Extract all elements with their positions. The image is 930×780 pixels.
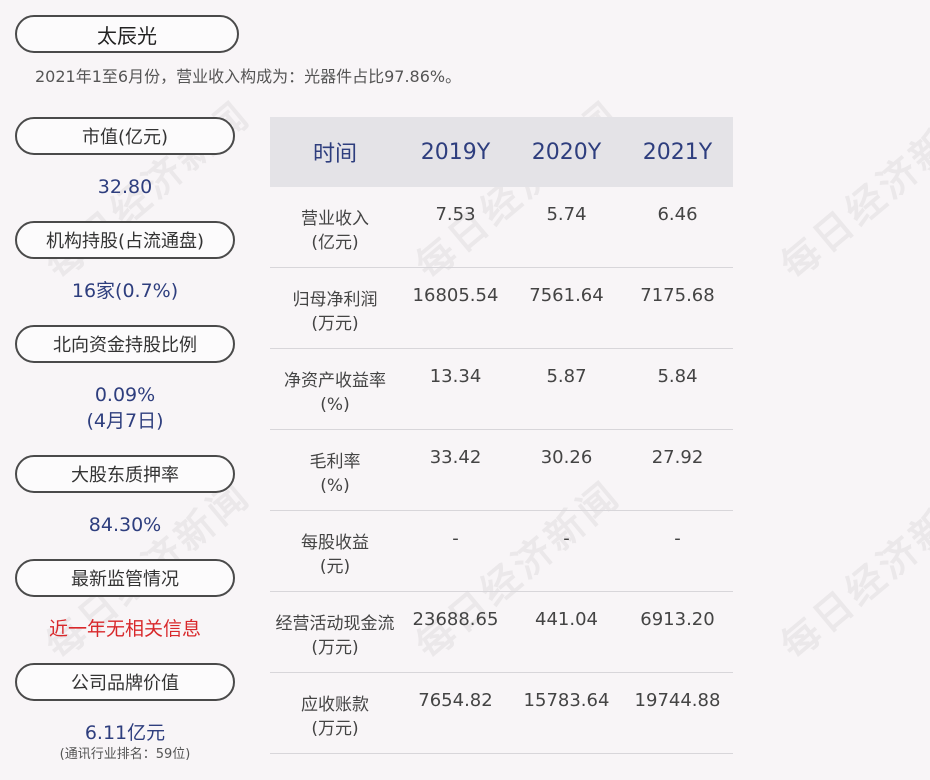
brand-value-label: 公司品牌价值 <box>15 663 235 701</box>
revenue-composition-note: 2021年1至6月份，营业收入构成为：光器件占比97.86%。 <box>35 67 462 86</box>
metric-unit: (万元) <box>311 314 359 334</box>
market-cap-label: 市值(亿元) <box>15 117 235 155</box>
metric-name: 每股收益 <box>301 533 369 553</box>
watermark-text: 每日经济新闻 <box>772 92 930 289</box>
table-body: 营业收入 (亿元) 7.53 5.74 6.46 归母净利润 (万元) 16805.54 756… <box>270 187 733 754</box>
value-cell: 19744.88 <box>634 690 721 711</box>
value-cell: 33.42 <box>429 447 482 468</box>
metric-name: 毛利率 <box>309 452 361 472</box>
northbound-holding-label: 北向资金持股比例 <box>15 325 235 363</box>
value-cell: 13.34 <box>429 366 482 387</box>
northbound-holding-date: (4月7日) <box>86 410 164 432</box>
table-row: 营业收入 (亿元) 7.53 5.74 6.46 <box>270 187 733 268</box>
table-row: 净资产收益率 (%) 13.34 5.87 5.84 <box>270 349 733 430</box>
metric-name: 净资产收益率 <box>284 371 386 391</box>
metric-name: 经营活动现金流 <box>275 614 395 634</box>
value-cell: 23688.65 <box>412 609 499 630</box>
value-cell: - <box>563 528 570 549</box>
header-year: 2019Y <box>420 139 491 165</box>
brand-value-value: 6.11亿元 <box>84 722 166 744</box>
company-name-pill: 太辰光 <box>15 15 239 53</box>
value-cell: 6913.20 <box>640 609 715 630</box>
value-cell: 5.87 <box>546 366 587 387</box>
value-cell: 5.74 <box>546 204 587 225</box>
table-row: 毛利率 (%) 33.42 30.26 27.92 <box>270 430 733 511</box>
market-cap-value: 32.80 <box>97 176 153 198</box>
metric-unit: (%) <box>320 395 350 415</box>
metric-unit: (万元) <box>311 638 359 658</box>
value-cell: 7654.82 <box>418 690 493 711</box>
value-cell: 27.92 <box>651 447 704 468</box>
regulatory-status-value: 近一年无相关信息 <box>48 618 201 640</box>
financial-table: 时间 2019Y 2020Y 2021Y 营业收入 (亿元) 7.53 5.74 6.4… <box>270 117 733 754</box>
value-cell: 7.53 <box>435 204 476 225</box>
regulatory-status-label: 最新监管情况 <box>15 559 235 597</box>
header-time: 时间 <box>312 142 357 167</box>
value-cell: 30.26 <box>540 447 593 468</box>
table-row: 归母净利润 (万元) 16805.54 7561.64 7175.68 <box>270 268 733 349</box>
metric-cell: 经营活动现金流 (万元) <box>270 592 400 660</box>
institutional-holding-label: 机构持股(占流通盘) <box>15 221 235 259</box>
metric-name: 营业收入 <box>301 209 369 229</box>
value-cell: 6.46 <box>657 204 698 225</box>
value-cell: 15783.64 <box>523 690 610 711</box>
value-cell: 16805.54 <box>412 285 499 306</box>
northbound-holding-value: 0.09% <box>94 384 156 406</box>
header-year: 2021Y <box>642 139 713 165</box>
pledge-ratio-value: 84.30% <box>88 514 162 536</box>
value-cell: 441.04 <box>535 609 598 630</box>
watermark-text: 每日经济新闻 <box>772 472 930 669</box>
metric-name: 归母净利润 <box>292 290 378 310</box>
table-header: 时间 2019Y 2020Y 2021Y <box>270 117 733 187</box>
metric-unit: (元) <box>319 557 351 577</box>
metric-cell: 毛利率 (%) <box>270 430 400 498</box>
table-row: 经营活动现金流 (万元) 23688.65 441.04 6913.20 <box>270 592 733 673</box>
metric-unit: (%) <box>320 476 350 496</box>
table-row: 应收账款 (万元) 7654.82 15783.64 19744.88 <box>270 673 733 754</box>
pledge-ratio-label: 大股东质押率 <box>15 455 235 493</box>
metric-cell: 营业收入 (亿元) <box>270 187 400 255</box>
value-cell: 7561.64 <box>529 285 604 306</box>
header-year: 2020Y <box>531 139 602 165</box>
metric-cell: 净资产收益率 (%) <box>270 349 400 417</box>
value-cell: - <box>674 528 681 549</box>
brand-value-rank: (通讯行业排名：59位) <box>59 747 191 762</box>
metric-name: 应收账款 <box>301 695 369 715</box>
metric-unit: (万元) <box>311 719 359 739</box>
metric-cell: 应收账款 (万元) <box>270 673 400 741</box>
institutional-holding-value: 16家(0.7%) <box>71 280 179 302</box>
metric-unit: (亿元) <box>311 233 359 253</box>
value-cell: - <box>452 528 459 549</box>
value-cell: 5.84 <box>657 366 698 387</box>
value-cell: 7175.68 <box>640 285 715 306</box>
table-row: 每股收益 (元) - - - <box>270 511 733 592</box>
metric-cell: 每股收益 (元) <box>270 511 400 579</box>
metric-cell: 归母净利润 (万元) <box>270 268 400 336</box>
